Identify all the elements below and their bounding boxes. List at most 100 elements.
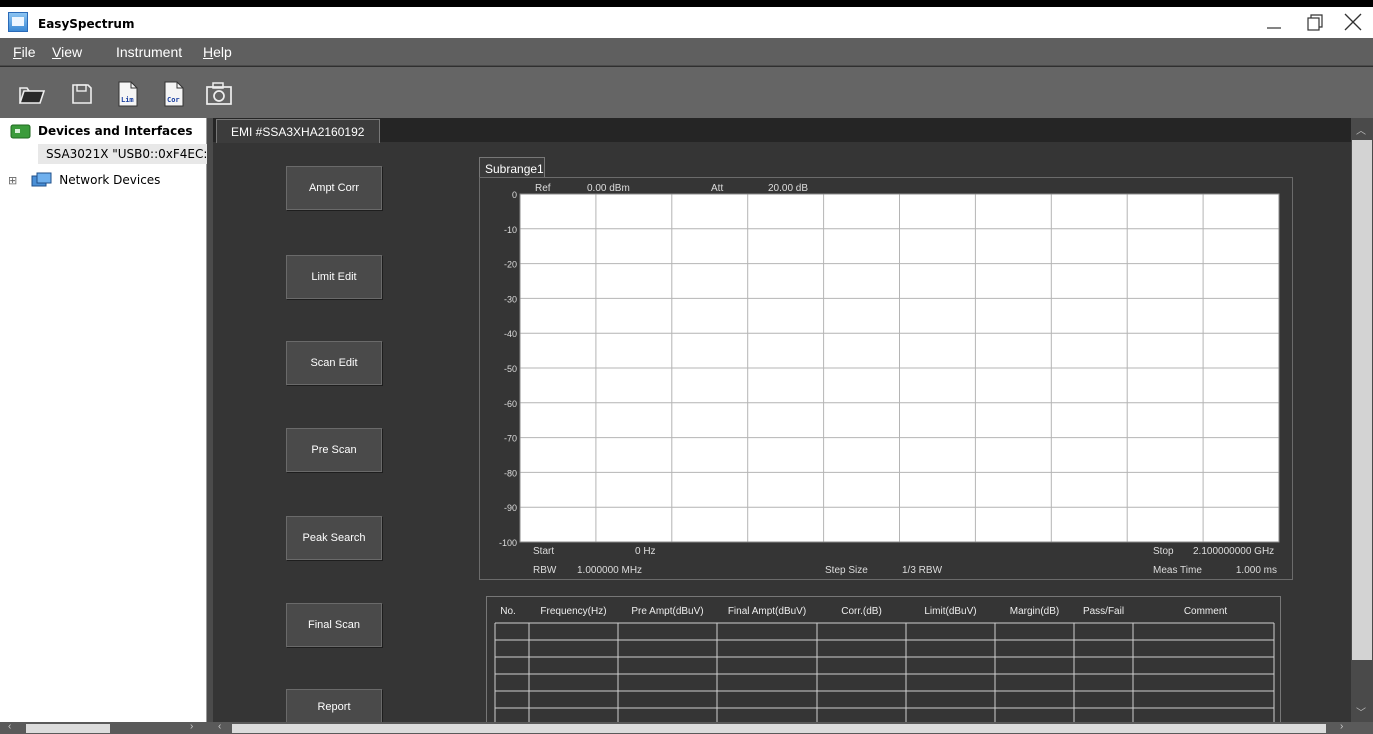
restore-icon: [1307, 14, 1323, 31]
emi-workspace: EMI #SSA3XHA2160192 Ampt Corr Limit Edit…: [213, 118, 1351, 725]
tab-emi[interactable]: EMI #SSA3XHA2160192: [216, 119, 380, 143]
screen-top-edge: [0, 0, 1373, 7]
column-header[interactable]: Final Ampt(dBuV): [728, 606, 806, 617]
y-tick-label: -50: [504, 364, 517, 374]
tree-scroll-left-icon[interactable]: ‹: [8, 721, 11, 732]
start-label: Start: [533, 546, 554, 557]
table-grid: [494, 622, 1275, 723]
start-value: 0 Hz: [635, 546, 656, 557]
meas-time-label: Meas Time: [1153, 565, 1202, 576]
title-bar: EasySpectrum: [0, 7, 1373, 38]
main-horizontal-scroll-thumb[interactable]: [232, 724, 1326, 733]
svg-text:Lim: Lim: [121, 96, 134, 104]
network-devices-label: Network Devices: [59, 173, 161, 187]
save-icon: [72, 84, 92, 104]
column-header[interactable]: Limit(dBuV): [924, 606, 976, 617]
y-tick-label: -30: [504, 294, 517, 304]
open-button[interactable]: [18, 81, 46, 107]
close-button[interactable]: [1340, 11, 1366, 33]
minimize-icon: [1267, 27, 1281, 29]
column-header[interactable]: Frequency(Hz): [540, 606, 606, 617]
column-header[interactable]: No.: [500, 606, 516, 617]
stop-label: Stop: [1153, 546, 1174, 557]
device-label: SSA3021X "USB0::0xF4EC::0: [46, 147, 220, 161]
tree-scroll-right-icon[interactable]: ›: [190, 721, 193, 732]
y-tick-label: -100: [499, 538, 517, 548]
app-icon: [8, 12, 28, 32]
ampt-corr-button[interactable]: Ampt Corr: [286, 166, 382, 210]
open-folder-icon: [18, 87, 46, 104]
correction-file-button[interactable]: Cor: [160, 81, 188, 107]
toolbar: Lim Cor: [0, 67, 1373, 118]
ref-label: Ref: [535, 183, 551, 194]
close-icon: [1344, 13, 1362, 31]
document-tab-bar: EMI #SSA3XHA2160192: [213, 118, 1351, 143]
horizontal-scrollbars: ‹ › ‹ ›: [0, 721, 1373, 734]
vertical-scroll-thumb[interactable]: [1352, 140, 1372, 660]
restore-button[interactable]: [1301, 11, 1327, 33]
menu-file[interactable]: File: [13, 44, 36, 60]
tree-horizontal-scroll-thumb[interactable]: [26, 724, 110, 733]
tree-item-devices-and-interfaces[interactable]: Devices and Interfaces: [10, 121, 193, 141]
devices-folder-icon: [10, 124, 31, 139]
att-label: Att: [711, 183, 723, 194]
svg-text:Cor: Cor: [167, 96, 180, 104]
main-scroll-left-icon[interactable]: ‹: [218, 721, 221, 732]
rbw-label: RBW: [533, 565, 557, 576]
screenshot-button[interactable]: [204, 81, 232, 107]
y-tick-labels: 0 -10 -20 -30 -40 -50 -60 -70 -80 -90 -100: [499, 190, 517, 548]
step-size-value: 1/3 RBW: [902, 565, 943, 576]
column-header[interactable]: Margin(dB): [1010, 606, 1059, 617]
y-tick-label: -10: [504, 225, 517, 235]
tree-root-label: Devices and Interfaces: [38, 124, 193, 138]
y-tick-label: -90: [504, 503, 517, 513]
limit-file-icon: Lim: [118, 81, 138, 107]
y-tick-label: -40: [504, 329, 517, 339]
menu-instrument[interactable]: Instrument: [116, 44, 182, 60]
limit-edit-button[interactable]: Limit Edit: [286, 255, 382, 299]
tree-item-network-devices[interactable]: ⊞ Network Devices: [8, 170, 160, 190]
y-tick-label: 0: [512, 190, 517, 200]
y-tick-label: -80: [504, 468, 517, 478]
window-title: EasySpectrum: [38, 17, 135, 31]
correction-file-icon: Cor: [164, 81, 184, 107]
y-tick-label: -20: [504, 260, 517, 270]
results-table: No. Frequency(Hz) Pre Ampt(dBuV) Final Ampt…: [494, 606, 1275, 723]
menu-bar: File View Instrument Help: [0, 38, 1373, 66]
column-header[interactable]: Pre Ampt(dBuV): [631, 606, 703, 617]
y-tick-label: -60: [504, 399, 517, 409]
spectrum-chart: 0 -10 -20 -30 -40 -50 -60 -70 -80 -90 -100 Ref 0.0…: [499, 183, 1280, 576]
y-tick-label: -70: [504, 434, 517, 444]
scroll-down-icon[interactable]: ﹀: [1356, 704, 1366, 719]
scroll-up-icon[interactable]: ︿: [1356, 122, 1366, 137]
menu-view[interactable]: View: [52, 44, 82, 60]
meas-time-value: 1.000 ms: [1236, 565, 1277, 576]
results-table-frame: No. Frequency(Hz) Pre Ampt(dBuV) Final Ampt…: [486, 596, 1281, 723]
column-header[interactable]: Comment: [1184, 606, 1228, 617]
rbw-value: 1.000000 MHz: [577, 565, 642, 576]
limit-file-button[interactable]: Lim: [114, 81, 142, 107]
save-button[interactable]: [68, 81, 96, 107]
minimize-button[interactable]: [1261, 11, 1287, 33]
column-header[interactable]: Corr.(dB): [841, 606, 882, 617]
main-scroll-right-icon[interactable]: ›: [1340, 721, 1343, 732]
vertical-scrollbar[interactable]: ︿ ﹀: [1351, 118, 1373, 722]
expand-icon[interactable]: ⊞: [8, 174, 17, 187]
scan-edit-button[interactable]: Scan Edit: [286, 341, 382, 385]
final-scan-button[interactable]: Final Scan: [286, 603, 382, 647]
ref-value: 0.00 dBm: [587, 183, 630, 194]
spectrum-chart-frame: 0 -10 -20 -30 -40 -50 -60 -70 -80 -90 -100 Ref 0.0…: [479, 177, 1293, 580]
step-size-label: Step Size: [825, 565, 868, 576]
pre-scan-button[interactable]: Pre Scan: [286, 428, 382, 472]
network-devices-icon: [31, 172, 52, 187]
stop-value: 2.100000000 GHz: [1193, 546, 1274, 557]
menu-help[interactable]: Help: [203, 44, 232, 60]
tree-item-ssa3021x[interactable]: SSA3021X "USB0::0xF4EC::0: [38, 144, 219, 164]
peak-search-button[interactable]: Peak Search: [286, 516, 382, 560]
tab-subrange1[interactable]: Subrange1: [479, 157, 545, 178]
table-header: No. Frequency(Hz) Pre Ampt(dBuV) Final Ampt…: [500, 606, 1227, 617]
column-header[interactable]: Pass/Fail: [1083, 606, 1124, 617]
camera-icon: [206, 82, 232, 105]
report-button[interactable]: Report: [286, 689, 382, 725]
att-value: 20.00 dB: [768, 183, 808, 194]
